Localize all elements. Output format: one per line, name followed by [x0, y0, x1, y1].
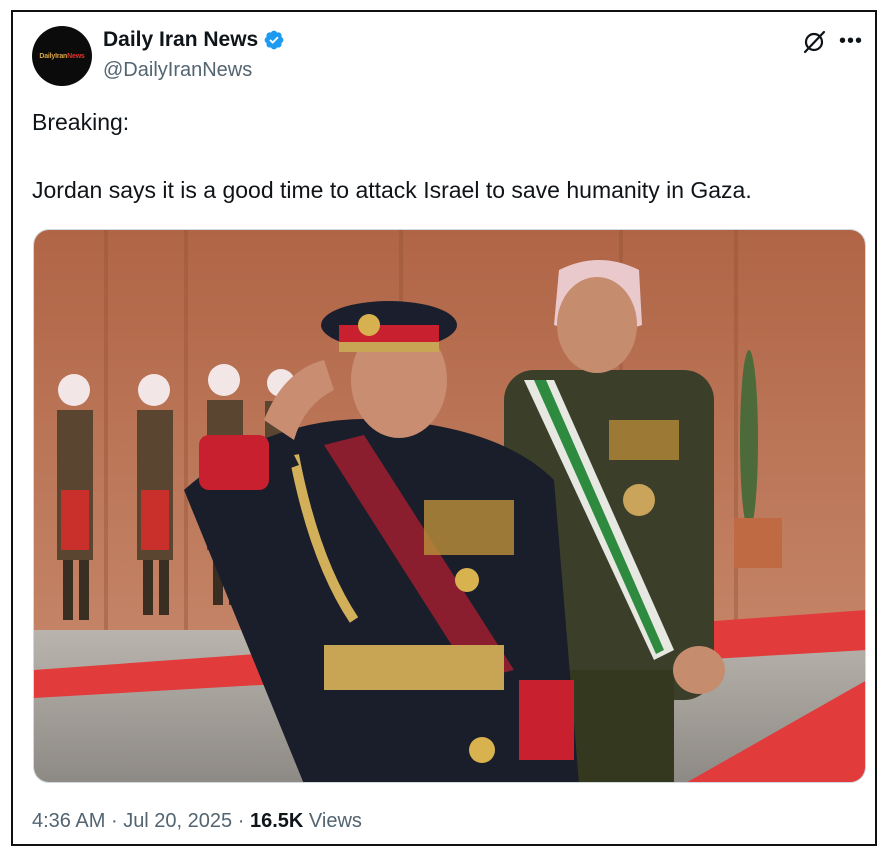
tweet-card: DailyIranNews Daily Iran News @DailyIran… — [11, 10, 877, 846]
tweet-text-line: Jordan says it is a good time to attack … — [32, 177, 752, 203]
tweet-photo[interactable] — [33, 229, 866, 783]
meta-separator: · — [237, 810, 245, 832]
avatar-logo-text: DailyIranNews — [39, 52, 85, 60]
tweet-text: Breaking: Jordan says it is a good time … — [32, 108, 852, 204]
tweet-time[interactable]: 4:36 AM — [32, 810, 105, 832]
author-display-name[interactable]: Daily Iran News — [103, 27, 258, 53]
tweet-text-line: Breaking: — [32, 109, 130, 135]
author-handle[interactable]: @DailyIranNews — [103, 58, 252, 82]
avatar[interactable]: DailyIranNews — [32, 26, 92, 86]
views-label: Views — [308, 810, 362, 832]
verified-badge-icon — [263, 29, 285, 51]
more-options-icon[interactable]: ••• — [839, 30, 863, 52]
tweet-date[interactable]: Jul 20, 2025 — [123, 810, 232, 832]
views-count: 16.5K — [249, 810, 304, 832]
grok-icon[interactable] — [801, 29, 827, 55]
meta-separator: · — [110, 810, 118, 832]
author-name-row: Daily Iran News — [103, 27, 285, 53]
tweet-metadata: 4:36 AM · Jul 20, 2025 · 16.5K Views — [32, 809, 362, 833]
